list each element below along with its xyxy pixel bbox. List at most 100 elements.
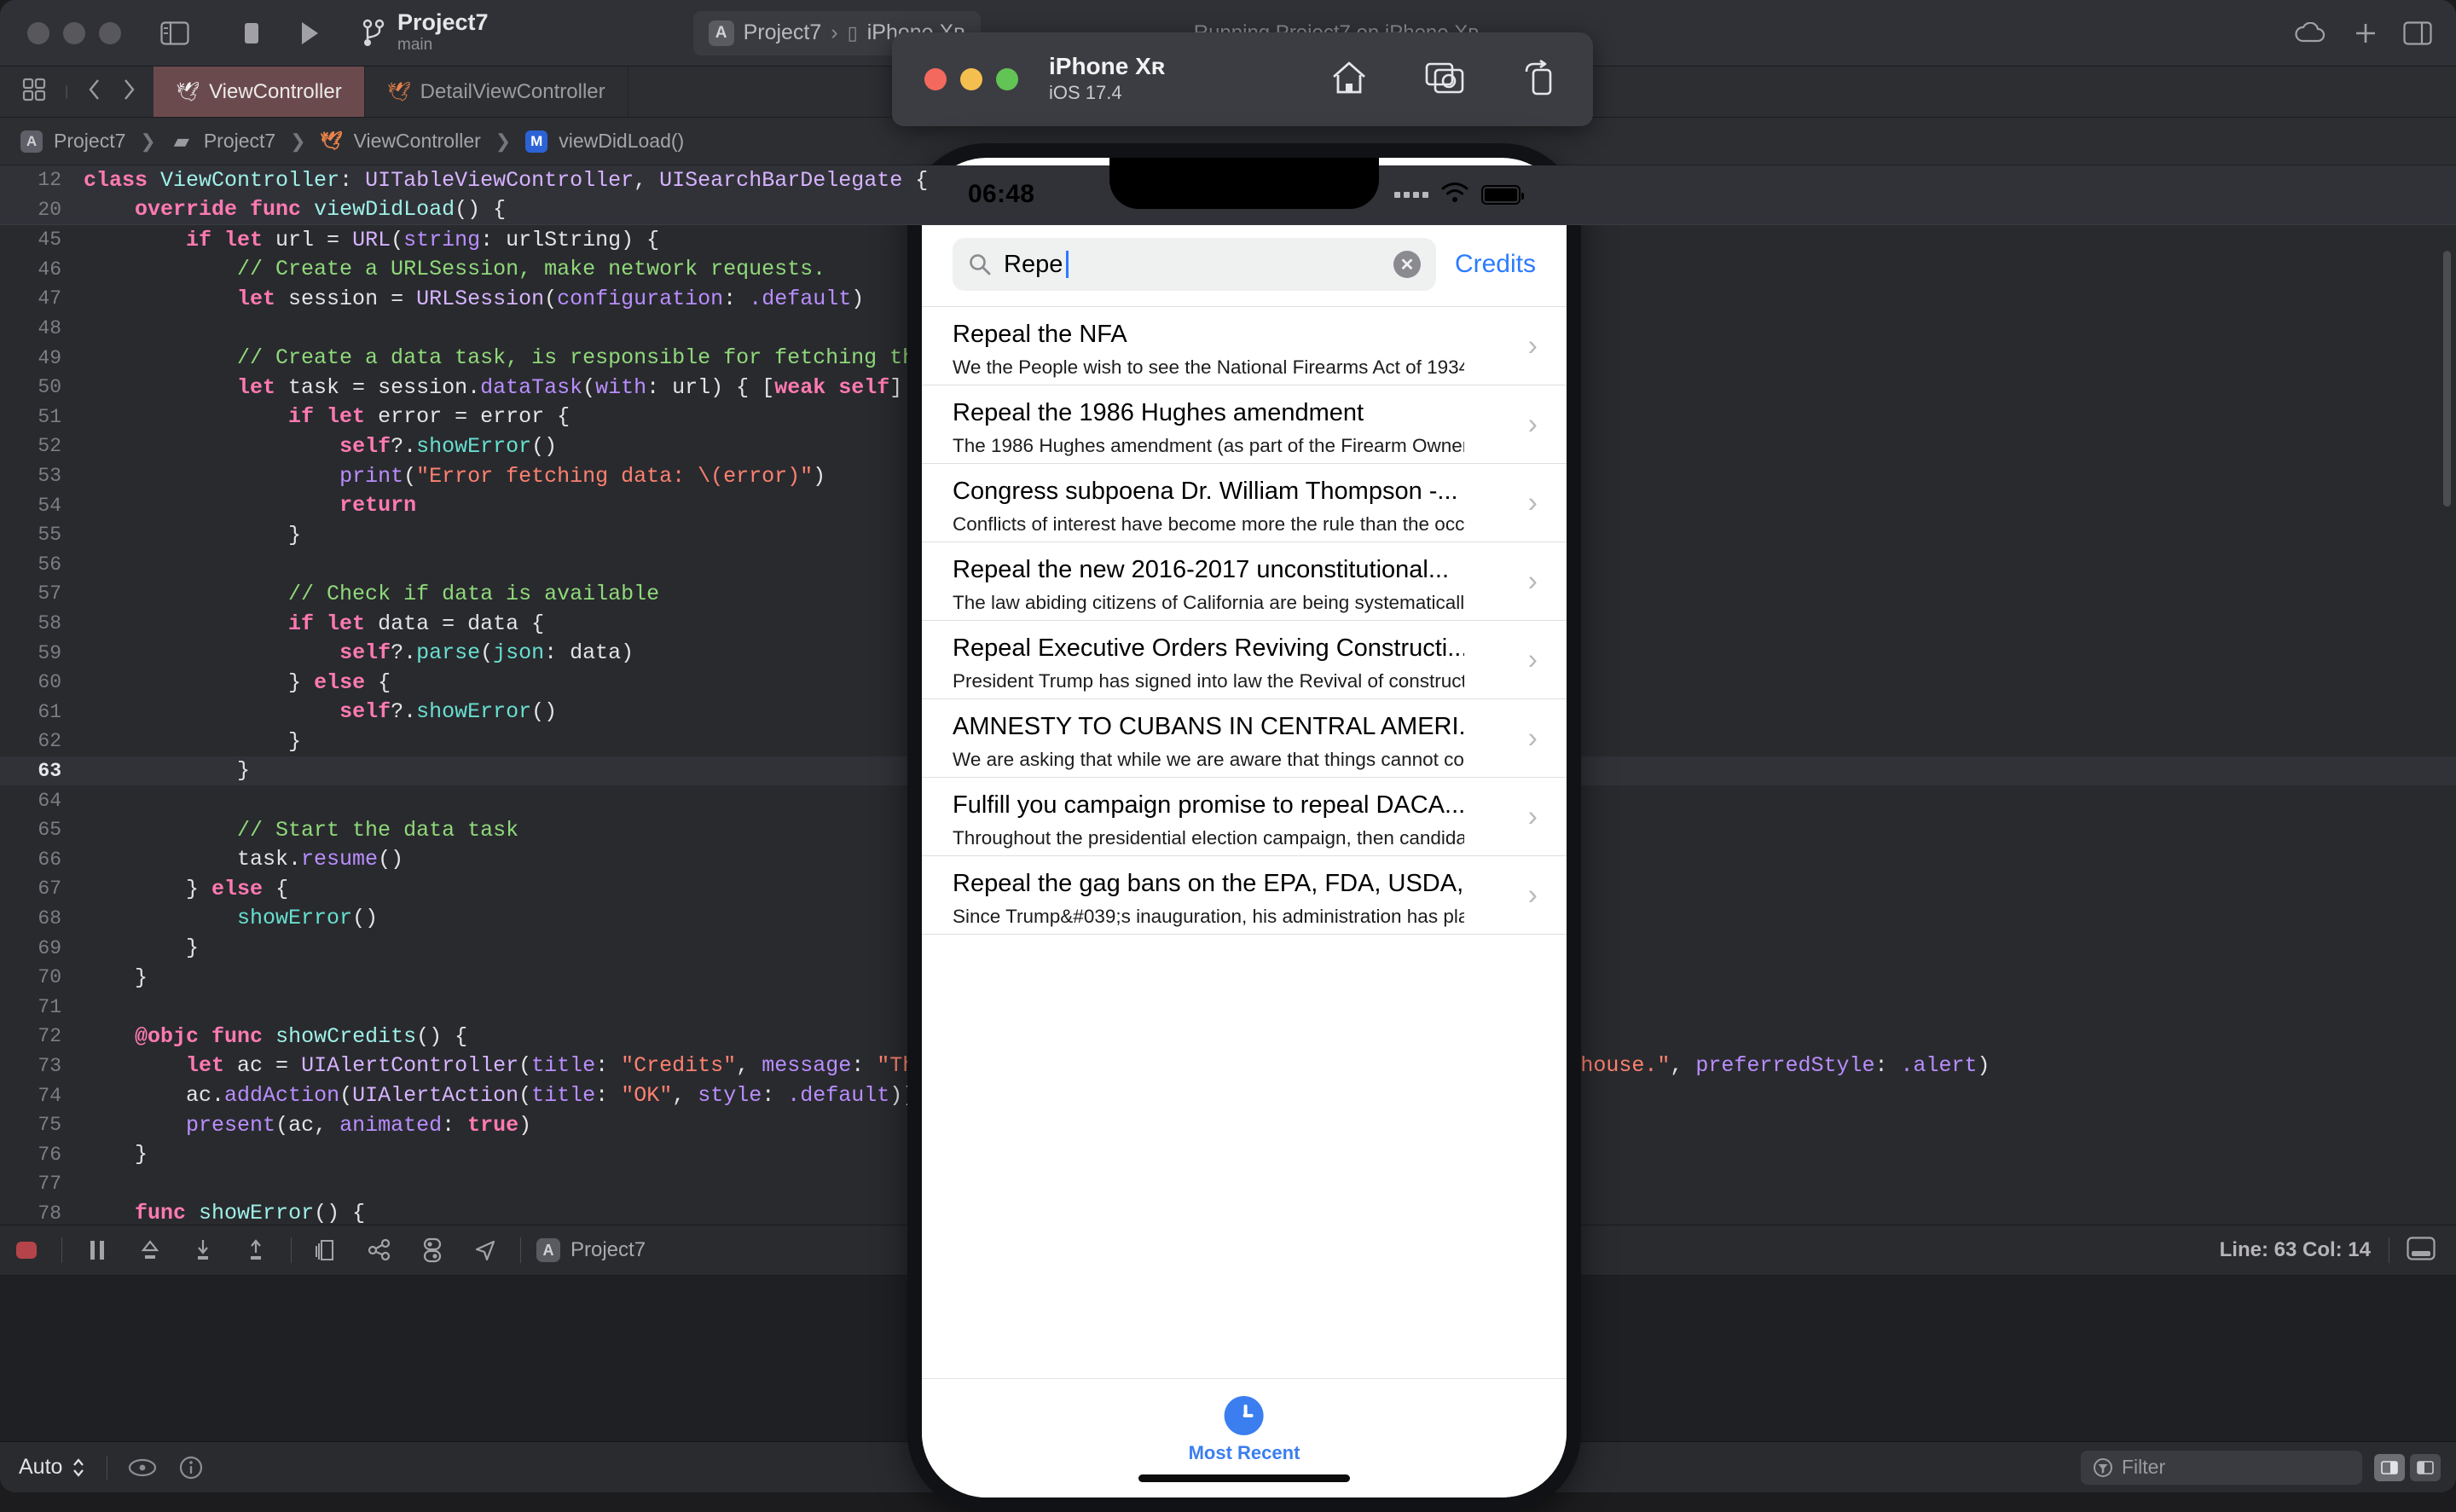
step-over-icon[interactable] bbox=[124, 1238, 177, 1262]
memory-graph-icon[interactable] bbox=[353, 1238, 406, 1262]
grid-view-icon[interactable] bbox=[22, 78, 46, 106]
line-source: // Create a data task, is responsible fo… bbox=[65, 345, 1005, 370]
project-name: Project7 bbox=[397, 10, 489, 34]
forward-chevron-icon[interactable] bbox=[121, 78, 136, 106]
back-chevron-icon[interactable] bbox=[87, 78, 102, 106]
scheme-separator: › bbox=[831, 20, 837, 45]
tab-detailviewcontroller[interactable]: 🕊 DetailViewController bbox=[365, 67, 628, 117]
credits-button[interactable]: Credits bbox=[1455, 250, 1536, 279]
line-source: } bbox=[65, 965, 148, 990]
line-source: present(ac, animated: true) bbox=[65, 1113, 531, 1138]
list-item-subtitle: We the People wish to see the National F… bbox=[953, 355, 1464, 379]
line-number: 63 bbox=[0, 760, 65, 782]
swift-file-icon: 🕊 bbox=[176, 81, 200, 103]
stop-button[interactable] bbox=[230, 12, 273, 55]
clear-search-icon[interactable]: ✕ bbox=[1393, 251, 1421, 278]
search-input[interactable]: Repe ✕ bbox=[953, 238, 1436, 291]
show-variables-button[interactable] bbox=[2410, 1454, 2441, 1481]
line-source: let session = URLSession(configuration: … bbox=[65, 287, 864, 311]
line-number: 12 bbox=[0, 169, 65, 191]
line-number: 68 bbox=[0, 907, 65, 930]
line-number: 20 bbox=[0, 199, 65, 221]
swift-file-icon: 🕊 bbox=[387, 81, 411, 103]
editor-vertical-scrollbar[interactable] bbox=[2443, 251, 2451, 507]
line-number: 45 bbox=[0, 229, 65, 251]
minimize-window-button[interactable] bbox=[63, 22, 85, 44]
list-item[interactable]: Repeal the NFAWe the People wish to see … bbox=[922, 307, 1567, 385]
run-button[interactable] bbox=[288, 12, 331, 55]
rotate-device-icon[interactable] bbox=[1521, 60, 1554, 100]
list-item[interactable]: Congress subpoena Dr. William Thompson -… bbox=[922, 464, 1567, 542]
toolbar-right-group bbox=[2294, 21, 2432, 45]
filter-icon bbox=[2093, 1457, 2113, 1478]
line-number: 71 bbox=[0, 996, 65, 1018]
breadcrumb-item-group[interactable]: Project7 bbox=[204, 130, 275, 153]
inspector-toggle-icon[interactable] bbox=[2403, 21, 2432, 45]
navigator-toggle-icon[interactable] bbox=[154, 12, 196, 55]
add-editor-icon[interactable] bbox=[2354, 21, 2378, 45]
breadcrumb-item-method[interactable]: viewDidLoad() bbox=[559, 130, 684, 153]
console-filter-field[interactable]: Filter bbox=[2081, 1451, 2362, 1485]
eye-icon[interactable] bbox=[128, 1457, 157, 1478]
list-item[interactable]: Repeal the gag bans on the EPA, FDA, USD… bbox=[922, 856, 1567, 935]
environment-overrides-icon[interactable] bbox=[406, 1237, 459, 1263]
step-out-icon[interactable] bbox=[229, 1238, 282, 1262]
text-caret bbox=[1066, 251, 1069, 278]
source-control-branch[interactable]: Project7 main bbox=[362, 10, 489, 55]
line-source: override func viewDidLoad() { bbox=[65, 197, 506, 222]
home-indicator bbox=[1138, 1474, 1350, 1482]
line-number: 53 bbox=[0, 465, 65, 487]
line-source: @objc func showCredits() { bbox=[65, 1024, 467, 1049]
debug-area-toggle-icon[interactable] bbox=[2407, 1237, 2436, 1265]
location-icon[interactable] bbox=[459, 1238, 512, 1262]
status-indicators bbox=[1394, 182, 1521, 208]
window-traffic-lights[interactable] bbox=[27, 22, 121, 44]
view-hierarchy-icon[interactable] bbox=[300, 1238, 353, 1262]
list-item[interactable]: Repeal Executive Orders Reviving Constru… bbox=[922, 621, 1567, 699]
petitions-list[interactable]: Repeal the NFAWe the People wish to see … bbox=[922, 306, 1567, 935]
step-into-icon[interactable] bbox=[177, 1238, 229, 1262]
tab-label: DetailViewController bbox=[420, 80, 605, 104]
line-number: 50 bbox=[0, 376, 65, 398]
simulator-minimize-button[interactable] bbox=[960, 68, 982, 90]
home-icon[interactable] bbox=[1330, 60, 1368, 100]
chevron-right-icon: › bbox=[1528, 565, 1538, 598]
stop-debug-icon[interactable] bbox=[0, 1239, 53, 1261]
line-number: 72 bbox=[0, 1025, 65, 1047]
branch-name-label: main bbox=[397, 35, 489, 55]
close-window-button[interactable] bbox=[27, 22, 49, 44]
simulator-traffic-lights[interactable] bbox=[924, 68, 1018, 90]
chevron-right-icon: › bbox=[1528, 643, 1538, 676]
zoom-window-button[interactable] bbox=[99, 22, 121, 44]
tab-most-recent[interactable]: Most Recent bbox=[1189, 1396, 1300, 1464]
pause-icon[interactable] bbox=[71, 1238, 124, 1262]
clock-icon bbox=[1225, 1396, 1264, 1435]
divider bbox=[61, 1237, 62, 1263]
breadcrumb-item-project[interactable]: Project7 bbox=[54, 130, 125, 153]
info-icon[interactable] bbox=[179, 1456, 203, 1480]
simulator-close-button[interactable] bbox=[924, 68, 947, 90]
list-item[interactable]: Repeal the 1986 Hughes amendmentThe 1986… bbox=[922, 385, 1567, 464]
line-source: } bbox=[65, 758, 250, 783]
tab-viewcontroller[interactable]: 🕊 ViewController bbox=[154, 67, 365, 117]
list-item[interactable]: AMNESTY TO CUBANS IN CENTRAL AMERI...We … bbox=[922, 699, 1567, 778]
list-item[interactable]: Repeal the new 2016-2017 unconstitutiona… bbox=[922, 542, 1567, 621]
list-item-title: AMNESTY TO CUBANS IN CENTRAL AMERI... bbox=[953, 713, 1464, 741]
auto-scroll-selector[interactable]: Auto bbox=[19, 1455, 86, 1480]
show-console-button[interactable] bbox=[2374, 1454, 2405, 1481]
list-item[interactable]: Fulfill you campaign promise to repeal D… bbox=[922, 778, 1567, 856]
list-item-subtitle: Since Trump&#039;s inauguration, his adm… bbox=[953, 904, 1464, 929]
list-item-title: Repeal the gag bans on the EPA, FDA, USD… bbox=[953, 870, 1464, 898]
cloud-icon[interactable] bbox=[2294, 22, 2328, 44]
search-icon bbox=[968, 252, 992, 276]
line-number: 51 bbox=[0, 406, 65, 428]
breadcrumb-item-file[interactable]: ViewController bbox=[354, 130, 481, 153]
line-source: showError() bbox=[65, 906, 378, 930]
screenshot-icon[interactable] bbox=[1424, 60, 1465, 100]
simulator-screen[interactable]: 06:48 Repe ✕ Credits Repeal bbox=[922, 158, 1567, 1498]
line-number: 47 bbox=[0, 287, 65, 310]
line-number: 77 bbox=[0, 1173, 65, 1195]
breadcrumb-chevron-icon: ❯ bbox=[290, 130, 305, 153]
debug-process-chip[interactable]: A Project7 bbox=[536, 1238, 646, 1262]
simulator-zoom-button[interactable] bbox=[996, 68, 1018, 90]
